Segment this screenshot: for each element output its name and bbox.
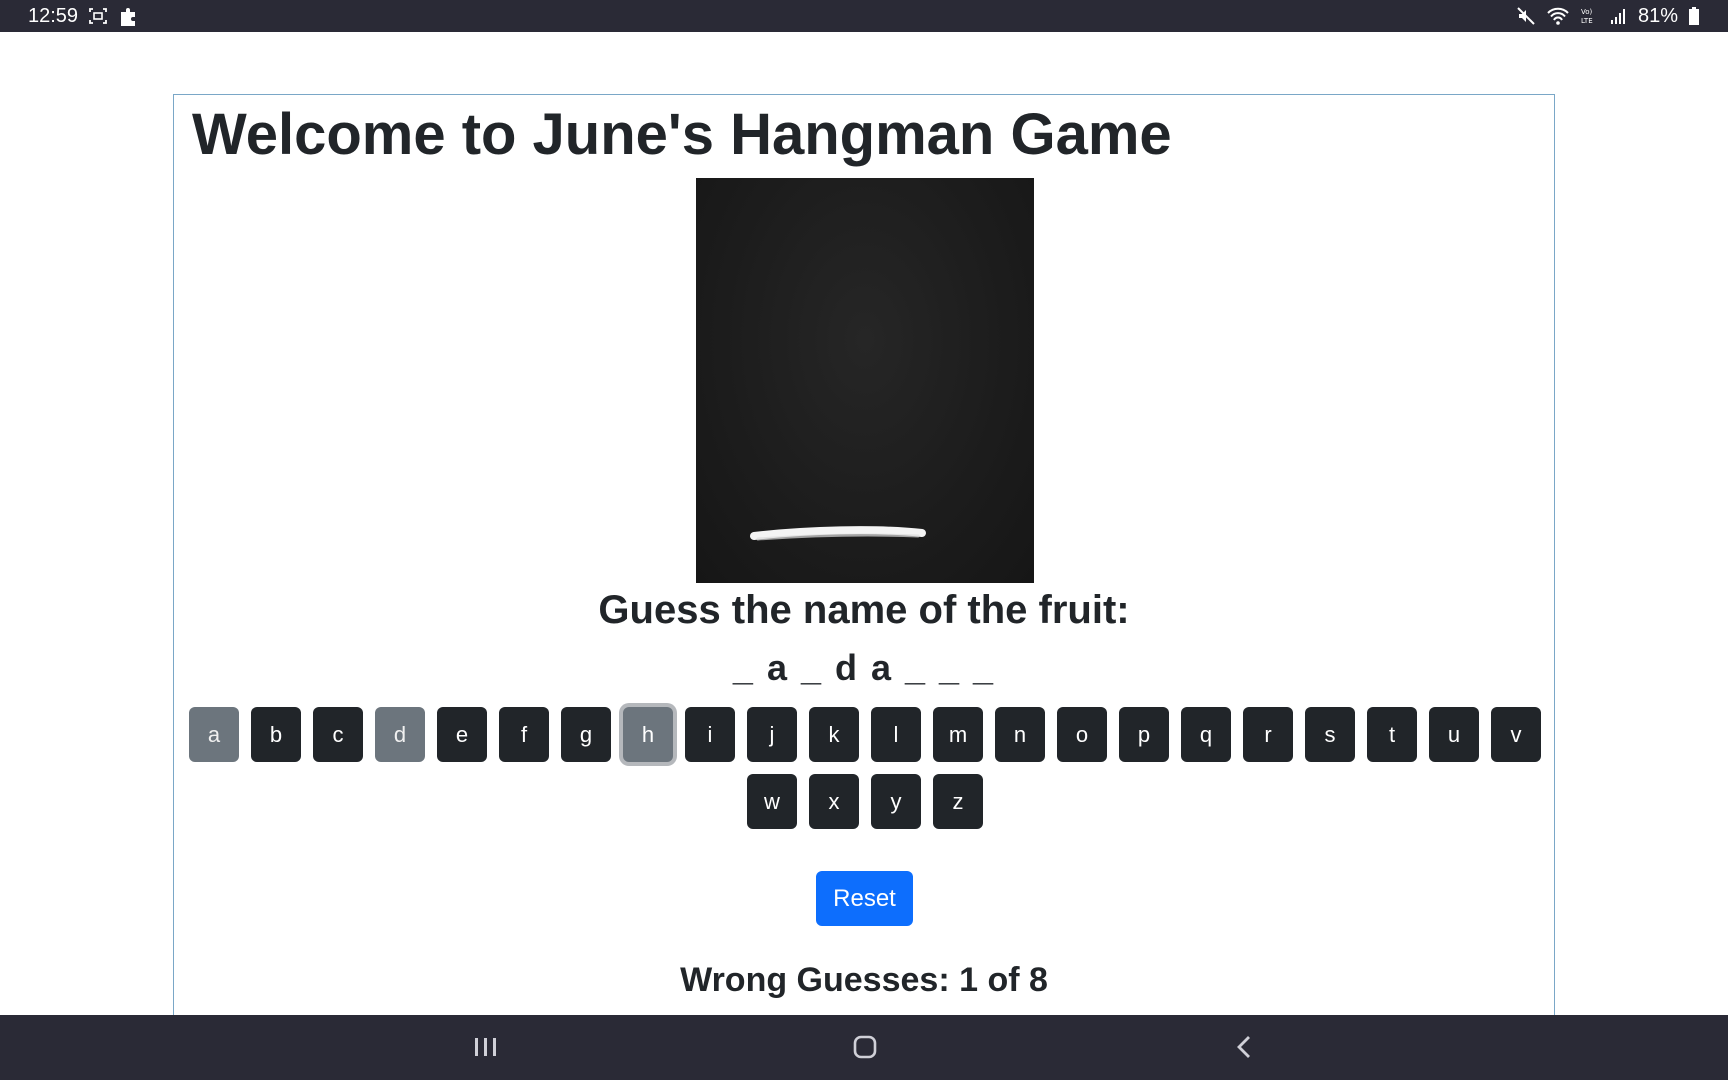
letter-key-i[interactable]: i (685, 707, 735, 762)
letter-key-h[interactable]: h (623, 707, 673, 762)
letter-key-w[interactable]: w (747, 774, 797, 829)
letter-key-t[interactable]: t (1367, 707, 1417, 762)
letter-key-v[interactable]: v (1491, 707, 1541, 762)
status-right: Vo) LTE 81% (1516, 5, 1700, 28)
mute-icon (1516, 6, 1536, 26)
letter-key-a[interactable]: a (189, 707, 239, 762)
letter-key-l[interactable]: l (871, 707, 921, 762)
letter-key-y[interactable]: y (871, 774, 921, 829)
letter-key-m[interactable]: m (933, 707, 983, 762)
status-left: 12:59 (28, 5, 140, 28)
guess-prompt: Guess the name of the fruit: (598, 588, 1130, 632)
web-page: Welcome to June's Hangman Game Guess the… (0, 32, 1728, 1015)
battery-percentage: 81% (1637, 4, 1678, 27)
status-time: 12:59 (28, 4, 79, 27)
home-icon[interactable] (845, 1029, 885, 1065)
page-title: Welcome to June's Hangman Game (192, 102, 1172, 167)
wrong-guesses-counter: Wrong Guesses: 1 of 8 (680, 961, 1048, 999)
recents-icon[interactable] (466, 1029, 506, 1065)
reset-button[interactable]: Reset (816, 871, 913, 926)
back-icon[interactable] (1224, 1029, 1264, 1065)
letter-key-c[interactable]: c (313, 707, 363, 762)
svg-text:LTE: LTE (1581, 17, 1593, 25)
signal-icon (1610, 7, 1628, 25)
letter-key-j[interactable]: j (747, 707, 797, 762)
letter-keyboard: abcdefghijklmnopqrstuv wxyz (188, 707, 1542, 829)
letter-key-u[interactable]: u (1429, 707, 1479, 762)
screenshot-icon (88, 7, 108, 25)
letter-key-f[interactable]: f (499, 707, 549, 762)
letter-key-e[interactable]: e (437, 707, 487, 762)
battery-icon (1688, 6, 1700, 26)
svg-text:Vo): Vo) (1581, 8, 1593, 16)
navigation-bar (0, 1015, 1728, 1080)
puzzle-icon (118, 5, 140, 27)
volte-icon: Vo) LTE (1580, 6, 1600, 26)
wifi-icon (1546, 6, 1570, 26)
letter-key-n[interactable]: n (995, 707, 1045, 762)
letter-key-o[interactable]: o (1057, 707, 1107, 762)
letter-key-x[interactable]: x (809, 774, 859, 829)
letter-key-q[interactable]: q (1181, 707, 1231, 762)
letter-key-k[interactable]: k (809, 707, 859, 762)
letter-key-b[interactable]: b (251, 707, 301, 762)
gallows-base-drawing (750, 526, 926, 541)
letter-key-p[interactable]: p (1119, 707, 1169, 762)
hangman-chalkboard-image (696, 178, 1034, 583)
letter-key-d[interactable]: d (375, 707, 425, 762)
status-bar: 12:59 Vo) LTE 81% (0, 0, 1728, 32)
game-container: Welcome to June's Hangman Game Guess the… (173, 94, 1555, 1015)
word-display: _ a _ d a _ _ _ (732, 647, 996, 688)
letter-key-s[interactable]: s (1305, 707, 1355, 762)
letter-key-g[interactable]: g (561, 707, 611, 762)
letter-key-r[interactable]: r (1243, 707, 1293, 762)
letter-key-z[interactable]: z (933, 774, 983, 829)
